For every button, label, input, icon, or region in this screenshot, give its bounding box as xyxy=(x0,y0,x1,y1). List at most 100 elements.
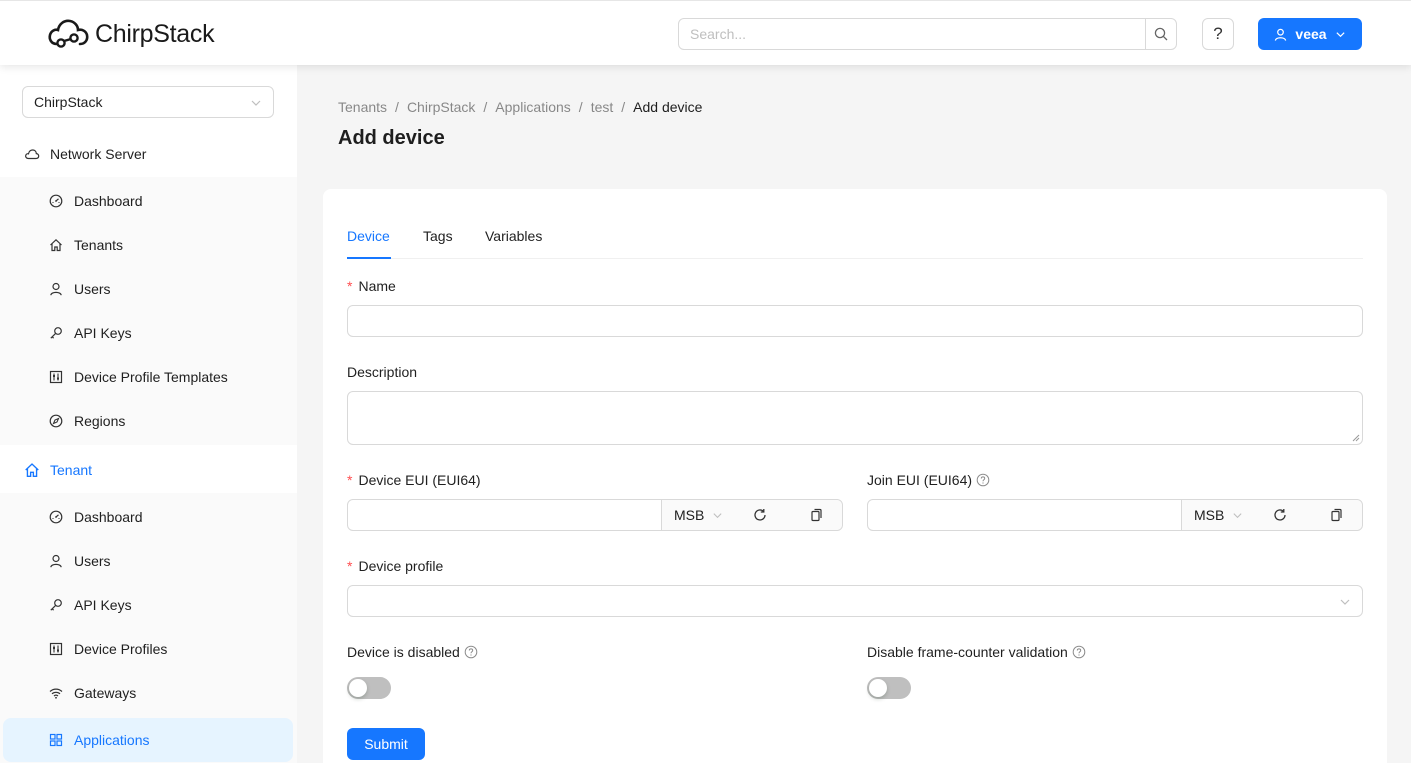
user-name: veea xyxy=(1295,26,1327,42)
breadcrumb-separator: / xyxy=(578,99,583,115)
search-input[interactable] xyxy=(679,19,1145,49)
join-eui-group: MSB xyxy=(867,499,1363,531)
sidebar-item-tenant-users[interactable]: Users xyxy=(0,539,297,583)
dashboard-icon xyxy=(48,193,64,209)
sidebar-item-tenant-applications[interactable]: Applications xyxy=(3,718,293,762)
search-icon xyxy=(1154,27,1168,41)
question-circle-icon[interactable] xyxy=(976,473,990,487)
help-button[interactable]: ? xyxy=(1202,18,1234,50)
byte-order-value: MSB xyxy=(674,507,705,523)
dev-eui-byte-order-select[interactable]: MSB xyxy=(674,507,723,523)
sidebar-item-tenant-api-keys[interactable]: API Keys xyxy=(0,583,297,627)
breadcrumb-tenants[interactable]: Tenants xyxy=(338,99,387,115)
sidebar: ChirpStack Network Server Dashboard Tena… xyxy=(0,65,297,763)
resize-handle-icon[interactable] xyxy=(1352,434,1360,442)
page-title: Add device xyxy=(338,127,445,149)
tab-variables[interactable]: Variables xyxy=(485,228,542,244)
breadcrumb: Tenants / ChirpStack / Applications / test /… xyxy=(338,99,702,115)
compass-icon xyxy=(48,413,64,429)
device-profile-select[interactable] xyxy=(347,585,1363,617)
sidebar-item-ns-dashboard[interactable]: Dashboard xyxy=(0,179,297,223)
breadcrumb-tenant[interactable]: ChirpStack xyxy=(407,99,475,115)
sidebar-item-ns-regions[interactable]: Regions xyxy=(0,399,297,443)
description-label: Description xyxy=(347,364,418,380)
sidebar-item-ns-users[interactable]: Users xyxy=(0,267,297,311)
menu-group-tenant[interactable]: Tenant xyxy=(0,448,297,492)
search-button[interactable] xyxy=(1145,19,1176,49)
join-eui-byte-order-select[interactable]: MSB xyxy=(1194,507,1243,523)
submit-button[interactable]: Submit xyxy=(347,728,425,760)
sidebar-item-tenant-gateways[interactable]: Gateways xyxy=(0,671,297,715)
dev-eui-label: * Device EUI (EUI64) xyxy=(347,472,481,488)
required-mark: * xyxy=(347,558,353,574)
sidebar-item-label: Dashboard xyxy=(74,193,143,209)
help-icon: ? xyxy=(1213,24,1223,43)
user-icon xyxy=(48,281,64,297)
sidebar-item-label: Device Profile Templates xyxy=(74,369,228,385)
user-icon xyxy=(1275,28,1287,41)
key-icon xyxy=(48,597,64,613)
skip-fcnt-switch[interactable] xyxy=(867,677,911,699)
byte-order-value: MSB xyxy=(1194,507,1225,523)
chirpstack-cloud-icon xyxy=(48,19,89,48)
name-input[interactable] xyxy=(347,305,1363,337)
description-textarea[interactable] xyxy=(347,391,1363,445)
breadcrumb-application[interactable]: test xyxy=(591,99,614,115)
breadcrumb-separator: / xyxy=(621,99,626,115)
device-disabled-label: Device is disabled xyxy=(347,644,478,660)
chevron-down-icon xyxy=(1233,512,1242,518)
sidebar-item-label: Users xyxy=(74,553,111,569)
question-circle-icon[interactable] xyxy=(464,645,478,659)
tab-device[interactable]: Device xyxy=(347,228,390,244)
sidebar-item-label: Users xyxy=(74,281,111,297)
chirpstack-logo[interactable]: ChirpStack xyxy=(47,16,215,52)
refresh-icon[interactable] xyxy=(753,508,767,522)
dev-eui-addon: MSB xyxy=(661,500,842,530)
main-content: Tenants / ChirpStack / Applications / test /… xyxy=(297,65,1411,763)
cloud-icon xyxy=(24,146,40,162)
logo-text: ChirpStack xyxy=(95,19,215,48)
global-search xyxy=(678,18,1177,50)
sidebar-item-tenant-dashboard[interactable]: Dashboard xyxy=(0,495,297,539)
sidebar-item-label: Tenants xyxy=(74,237,124,253)
breadcrumb-current: Add device xyxy=(633,99,703,115)
breadcrumb-applications[interactable]: Applications xyxy=(495,99,571,115)
network-server-submenu: Dashboard Tenants Users API Keys Device … xyxy=(0,177,297,445)
control-icon xyxy=(48,641,64,657)
dev-eui-input[interactable] xyxy=(348,500,661,530)
control-icon xyxy=(48,369,64,385)
refresh-icon[interactable] xyxy=(1273,508,1287,522)
tenant-select[interactable]: ChirpStack xyxy=(22,86,274,118)
chevron-down-icon xyxy=(713,512,722,518)
chevron-down-icon xyxy=(1335,31,1345,37)
copy-icon[interactable] xyxy=(809,508,823,522)
active-tab-indicator xyxy=(347,257,391,259)
breadcrumb-separator: / xyxy=(483,99,488,115)
sidebar-item-tenant-device-profiles[interactable]: Device Profiles xyxy=(0,627,297,671)
name-label: * Name xyxy=(347,278,396,294)
appstore-icon xyxy=(48,732,64,748)
device-disabled-switch[interactable] xyxy=(347,677,391,699)
sidebar-item-ns-api-keys[interactable]: API Keys xyxy=(0,311,297,355)
tenant-submenu: Dashboard Users API Keys Device Profiles… xyxy=(0,493,297,763)
user-icon xyxy=(48,553,64,569)
question-circle-icon[interactable] xyxy=(1072,645,1086,659)
dev-eui-group: MSB xyxy=(347,499,843,531)
wifi-icon xyxy=(48,685,64,701)
home-icon xyxy=(48,237,64,253)
tab-tags[interactable]: Tags xyxy=(423,228,453,244)
breadcrumb-separator: / xyxy=(395,99,399,115)
user-menu-button[interactable]: veea xyxy=(1258,18,1362,50)
sidebar-item-label: API Keys xyxy=(74,597,132,613)
chevron-down-icon xyxy=(251,100,261,106)
join-eui-input[interactable] xyxy=(868,500,1181,530)
sidebar-item-ns-tenants[interactable]: Tenants xyxy=(0,223,297,267)
menu-group-network-server[interactable]: Network Server xyxy=(0,132,297,176)
join-eui-addon: MSB xyxy=(1181,500,1362,530)
tenant-select-value: ChirpStack xyxy=(34,94,103,110)
sidebar-item-ns-device-profile-templates[interactable]: Device Profile Templates xyxy=(0,355,297,399)
sidebar-item-label: Dashboard xyxy=(74,509,143,525)
key-icon xyxy=(48,325,64,341)
copy-icon[interactable] xyxy=(1329,508,1343,522)
device-tabs: Device Tags Variables xyxy=(347,213,1363,259)
